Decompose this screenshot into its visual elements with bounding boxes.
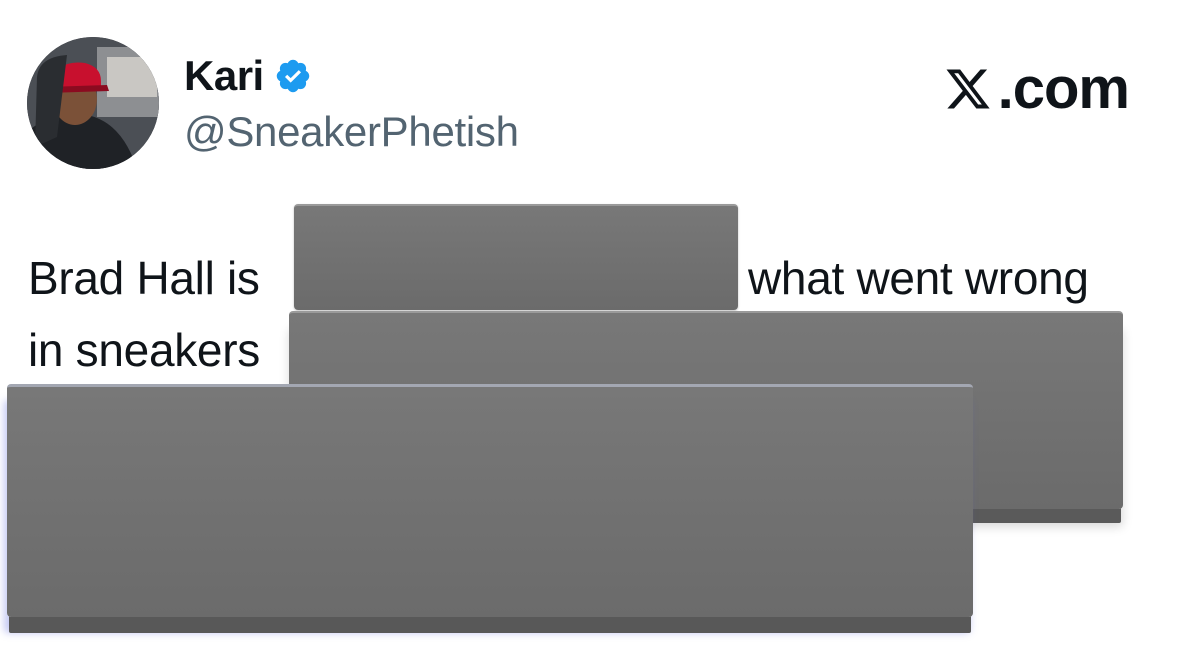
- redaction-block-1: [294, 204, 738, 310]
- verified-badge-icon: [274, 57, 312, 95]
- brand-logo: .com: [944, 56, 1130, 121]
- tweet-text-line1-start: Brad Hall is: [28, 252, 260, 304]
- avatar[interactable]: [27, 37, 159, 169]
- author-handle[interactable]: @SneakerPhetish: [184, 106, 519, 158]
- tweet-text-line1-end: what went wrong: [748, 252, 1089, 304]
- author-name-row[interactable]: Kari: [184, 50, 312, 102]
- avatar-image: [27, 37, 159, 169]
- x-logo-icon: [944, 64, 992, 114]
- brand-label: .com: [997, 56, 1130, 121]
- tweet-text-line2: in sneakers: [28, 324, 260, 376]
- redaction-block-3: [7, 384, 973, 617]
- author-name[interactable]: Kari: [184, 50, 264, 102]
